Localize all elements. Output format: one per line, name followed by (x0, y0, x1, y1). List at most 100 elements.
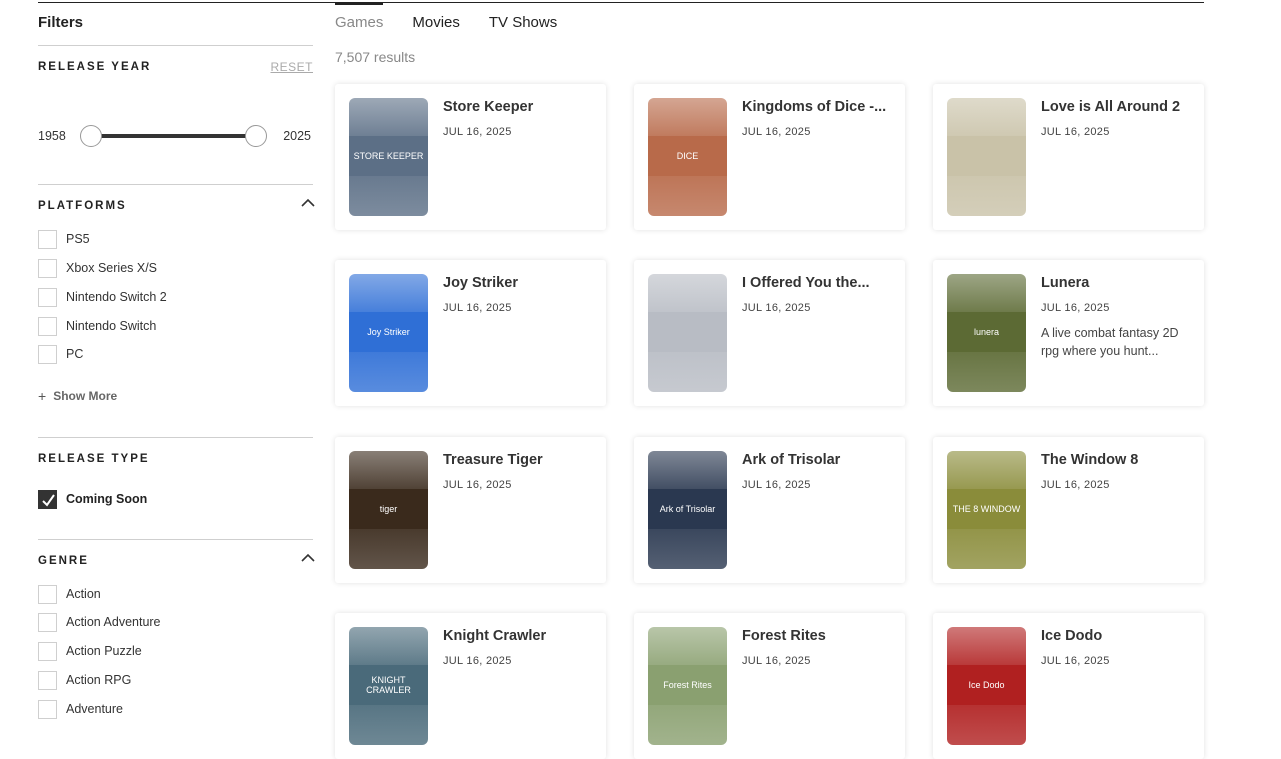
game-card[interactable]: THE 8 WINDOW The Window 8 JUL 16, 2025 (933, 437, 1204, 583)
checkbox[interactable] (38, 612, 57, 632)
thumbnail-art: Ark of Trisolar (648, 489, 727, 529)
divider (38, 539, 313, 540)
year-min-label: 1958 (38, 129, 66, 143)
game-thumbnail[interactable]: STORE KEEPER (349, 98, 428, 216)
checkbox[interactable] (38, 316, 57, 336)
platform-label: Nintendo Switch 2 (66, 290, 167, 304)
game-thumbnail[interactable]: Ice Dodo (947, 627, 1026, 745)
checkbox[interactable] (38, 641, 57, 661)
platform-option-xbox[interactable]: Xbox Series X/S (38, 257, 157, 279)
release-date: JUL 16, 2025 (742, 126, 811, 138)
release-year-title: RELEASE YEAR (38, 61, 152, 73)
game-title[interactable]: Ark of Trisolar (742, 452, 894, 468)
game-card[interactable]: Love is All Around 2 JUL 16, 2025 (933, 84, 1204, 230)
game-card[interactable]: Forest Rites Forest Rites JUL 16, 2025 (634, 613, 905, 759)
year-max-label: 2025 (283, 129, 311, 143)
game-title[interactable]: Ice Dodo (1041, 628, 1193, 644)
release-date: JUL 16, 2025 (443, 479, 512, 491)
genre-option-action-adventure[interactable]: Action Adventure (38, 611, 161, 633)
reset-button[interactable]: RESET (270, 60, 313, 74)
game-card[interactable]: KNIGHT CRAWLER Knight Crawler JUL 16, 2025 (335, 613, 606, 759)
game-card[interactable]: Ark of Trisolar Ark of Trisolar JUL 16, 20… (634, 437, 905, 583)
genre-label: Action RPG (66, 673, 132, 687)
platform-option-switch2[interactable]: Nintendo Switch 2 (38, 286, 167, 308)
genre-label: Adventure (66, 702, 123, 716)
tab-tv-shows[interactable]: TV Shows (489, 14, 557, 31)
genre-label: Action Adventure (66, 615, 161, 629)
release-date: JUL 16, 2025 (1041, 479, 1110, 491)
game-thumbnail[interactable]: Forest Rites (648, 627, 727, 745)
game-title[interactable]: Love is All Around 2 (1041, 99, 1193, 115)
checkbox[interactable] (38, 258, 57, 278)
checkbox[interactable] (38, 229, 57, 249)
chevron-up-icon[interactable] (301, 553, 315, 565)
checkmark-icon (42, 493, 55, 507)
year-range-track[interactable] (90, 134, 255, 138)
game-title[interactable]: Lunera (1041, 275, 1193, 291)
content-tabs: Games Movies TV Shows (335, 14, 586, 31)
game-thumbnail[interactable] (947, 98, 1026, 216)
platform-label: Xbox Series X/S (66, 261, 158, 275)
checkbox[interactable] (38, 584, 57, 604)
checkbox-checked[interactable] (38, 489, 57, 509)
genre-option-action-puzzle[interactable]: Action Puzzle (38, 640, 142, 662)
game-description: A live combat fantasy 2D rpg where you h… (1041, 326, 1179, 358)
game-card[interactable]: I Offered You the... JUL 16, 2025 (634, 260, 905, 406)
platform-option-switch[interactable]: Nintendo Switch (38, 315, 156, 337)
game-card[interactable]: tiger Treasure Tiger JUL 16, 2025 (335, 437, 606, 583)
thumbnail-art (648, 312, 727, 352)
game-title[interactable]: I Offered You the... (742, 275, 894, 291)
game-title[interactable]: Kingdoms of Dice -... (742, 99, 894, 115)
checkbox[interactable] (38, 344, 57, 364)
platform-option-ps5[interactable]: PS5 (38, 228, 90, 250)
game-thumbnail[interactable]: THE 8 WINDOW (947, 451, 1026, 569)
game-title[interactable]: Joy Striker (443, 275, 595, 291)
checkbox[interactable] (38, 287, 57, 307)
release-date: JUL 16, 2025 (443, 126, 512, 138)
game-card[interactable]: DICE Kingdoms of Dice -... JUL 16, 2025 (634, 84, 905, 230)
game-title[interactable]: Knight Crawler (443, 628, 595, 644)
chevron-up-icon[interactable] (301, 198, 315, 210)
release-type-title: RELEASE TYPE (38, 453, 150, 465)
genre-label: Action Puzzle (66, 644, 142, 658)
game-thumbnail[interactable]: lunera (947, 274, 1026, 392)
checkbox[interactable] (38, 670, 57, 690)
game-title[interactable]: Forest Rites (742, 628, 894, 644)
game-thumbnail[interactable]: Joy Striker (349, 274, 428, 392)
game-thumbnail[interactable]: tiger (349, 451, 428, 569)
checkbox[interactable] (38, 699, 57, 719)
show-more-label: Show More (53, 389, 118, 403)
game-thumbnail[interactable]: Ark of Trisolar (648, 451, 727, 569)
game-thumbnail[interactable] (648, 274, 727, 392)
thumbnail-art: THE 8 WINDOW (947, 489, 1026, 529)
game-title[interactable]: Store Keeper (443, 99, 595, 115)
tab-movies[interactable]: Movies (412, 14, 460, 31)
release-date: JUL 16, 2025 (1041, 302, 1110, 314)
release-date: JUL 16, 2025 (742, 655, 811, 667)
game-thumbnail[interactable]: KNIGHT CRAWLER (349, 627, 428, 745)
platform-label: PS5 (66, 232, 90, 246)
game-title[interactable]: The Window 8 (1041, 452, 1193, 468)
show-more-button[interactable]: + Show More (38, 388, 117, 404)
game-card[interactable]: STORE KEEPER Store Keeper JUL 16, 2025 (335, 84, 606, 230)
game-title[interactable]: Treasure Tiger (443, 452, 595, 468)
game-thumbnail[interactable]: DICE (648, 98, 727, 216)
game-card[interactable]: Joy Striker Joy Striker JUL 16, 2025 (335, 260, 606, 406)
genre-option-action-rpg[interactable]: Action RPG (38, 669, 131, 691)
release-type-label: Coming Soon (66, 492, 148, 506)
thumbnail-art: Ice Dodo (947, 665, 1026, 705)
genre-label: Action (66, 587, 101, 601)
game-card[interactable]: Ice Dodo Ice Dodo JUL 16, 2025 (933, 613, 1204, 759)
game-card[interactable]: lunera Lunera JUL 16, 2025 A live combat fa… (933, 260, 1204, 406)
plus-icon: + (38, 388, 47, 404)
year-max-handle[interactable] (245, 125, 267, 147)
year-min-handle[interactable] (80, 125, 102, 147)
release-date: JUL 16, 2025 (443, 302, 512, 314)
genre-option-action[interactable]: Action (38, 583, 101, 605)
platform-option-pc[interactable]: PC (38, 343, 83, 365)
genre-option-adventure[interactable]: Adventure (38, 698, 123, 720)
release-type-option-coming-soon[interactable]: Coming Soon (38, 488, 147, 510)
tab-games[interactable]: Games (335, 14, 383, 31)
thumbnail-art: KNIGHT CRAWLER (349, 665, 428, 705)
thumbnail-art: STORE KEEPER (349, 136, 428, 176)
